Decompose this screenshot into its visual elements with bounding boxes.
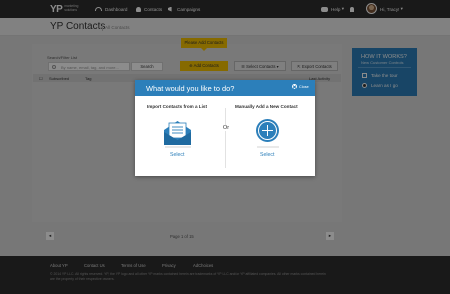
manual-add-heading: Manually Add a New Contact [235, 104, 298, 109]
close-button[interactable]: Close [292, 84, 309, 89]
select-manual-add-link[interactable]: Select [260, 152, 274, 158]
select-import-link[interactable]: Select [170, 152, 184, 158]
plus-shadow [257, 146, 279, 148]
close-icon [292, 84, 297, 89]
or-label: Or [221, 125, 231, 131]
envelope-list-icon[interactable] [164, 119, 191, 145]
envelope-shadow [165, 146, 191, 148]
import-heading: Import Contacts from a List [147, 104, 207, 109]
modal-title: What would you like to do? [146, 84, 235, 93]
add-contacts-modal: What would you like to do? Close Import … [135, 80, 315, 176]
column-divider [225, 108, 226, 168]
add-contact-plus-icon[interactable] [256, 119, 279, 142]
modal-header: What would you like to do? Close [135, 80, 315, 96]
